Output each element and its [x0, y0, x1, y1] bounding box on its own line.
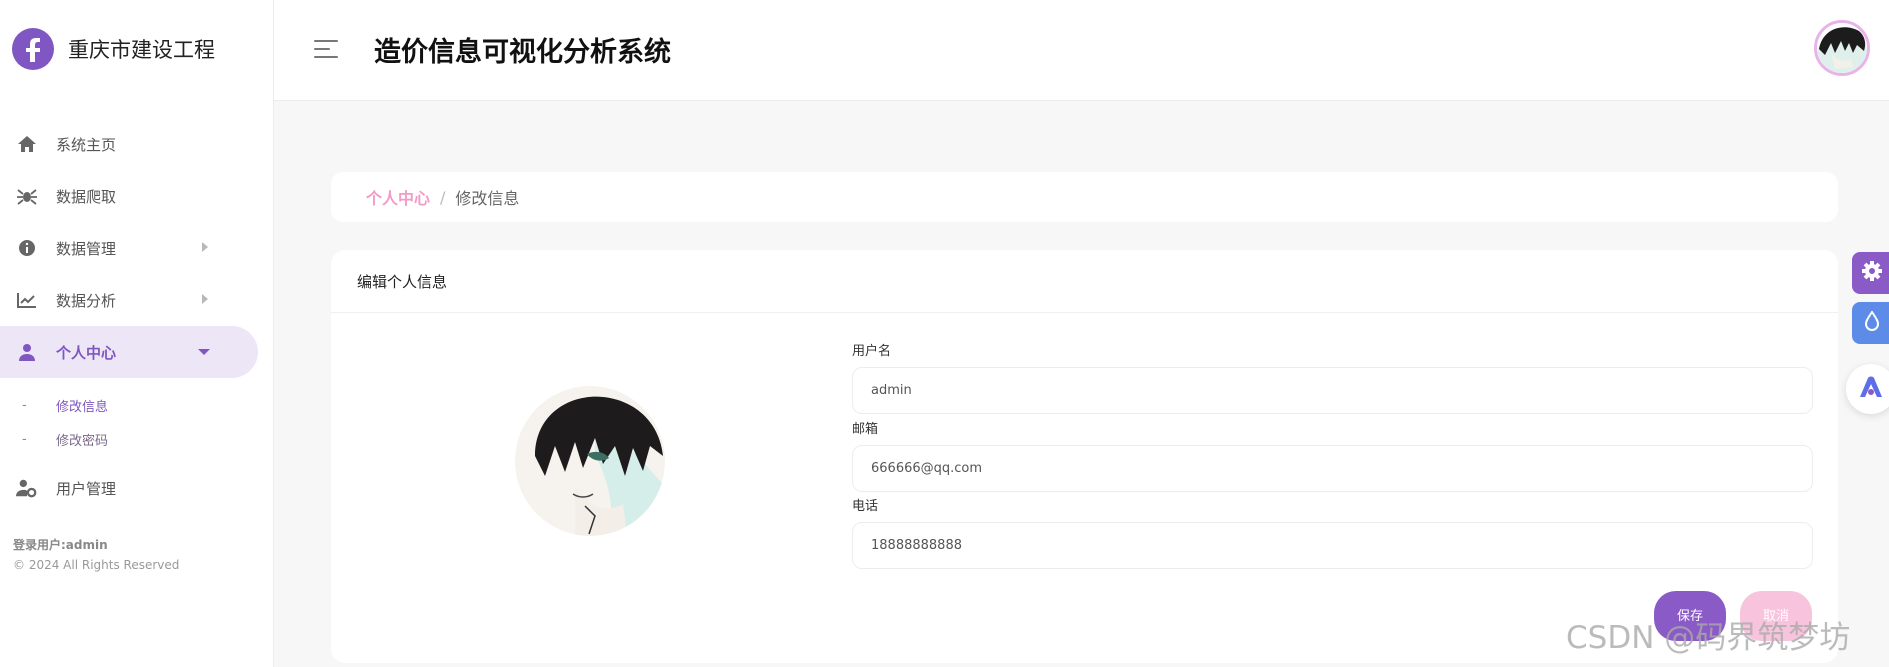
breadcrumb-parent-link[interactable]: 个人中心	[366, 185, 430, 209]
user-avatar[interactable]	[1814, 20, 1870, 76]
menu-toggle-icon[interactable]	[314, 40, 340, 64]
chart-line-icon	[16, 289, 38, 311]
user-gear-icon	[16, 477, 38, 499]
brand-logo-icon	[12, 28, 54, 70]
edit-profile-card: 编辑个人信息 用户名 邮箱 电话 保存 取消	[331, 250, 1838, 663]
sidebar-item-label: 系统主页	[56, 135, 117, 154]
email-input[interactable]	[852, 445, 1813, 492]
sidebar-item-label: 个人中心	[56, 343, 117, 362]
submenu-item-edit-info[interactable]: - 修改信息	[0, 388, 274, 422]
sidebar-item-label: 数据分析	[56, 291, 117, 310]
chevron-right-icon	[202, 242, 208, 252]
breadcrumb-separator: /	[440, 187, 446, 207]
copyright-text: © 2024 All Rights Reserved	[13, 558, 180, 572]
login-user-text: 登录用户:admin	[13, 538, 108, 552]
dash: -	[22, 397, 27, 413]
assistant-logo-icon	[1858, 375, 1884, 403]
sidebar-menu: 系统主页 数据爬取 数据管理 数据分析 个人中心 - 修改信息 - 修改密码 用…	[0, 118, 274, 514]
top-header: 造价信息可视化分析系统	[274, 0, 1889, 101]
phone-label: 电话	[852, 499, 879, 514]
app-title: 造价信息可视化分析系统	[374, 37, 671, 68]
sidebar-item-user-manage[interactable]: 用户管理	[0, 462, 274, 514]
submenu-personal-center: - 修改信息 - 修改密码	[0, 378, 274, 462]
submenu-item-label: 修改密码	[56, 433, 109, 449]
sidebar-item-label: 数据管理	[56, 239, 117, 258]
sidebar-item-label: 用户管理	[56, 479, 117, 498]
settings-float-button[interactable]	[1852, 252, 1889, 294]
breadcrumb: 个人中心 / 修改信息	[331, 172, 1838, 222]
assistant-float-button[interactable]	[1846, 364, 1889, 414]
dash: -	[22, 431, 27, 447]
sidebar-item-data-analysis[interactable]: 数据分析	[0, 274, 274, 326]
watermark: CSDN @码界筑梦坊	[1566, 620, 1851, 656]
chevron-down-icon	[198, 349, 210, 355]
sidebar: 重庆市建设工程 系统主页 数据爬取 数据管理 数据分析 个人中心 - 修改信息 …	[0, 0, 274, 667]
card-title: 编辑个人信息	[331, 250, 1838, 313]
sidebar-item-crawl[interactable]: 数据爬取	[0, 170, 274, 222]
breadcrumb-current: 修改信息	[455, 189, 520, 208]
username-label: 用户名	[852, 344, 892, 359]
username-input[interactable]	[852, 367, 1813, 414]
theme-float-button[interactable]	[1852, 302, 1889, 344]
sidebar-item-home[interactable]: 系统主页	[0, 118, 274, 170]
submenu-item-change-password[interactable]: - 修改密码	[0, 422, 274, 456]
info-icon	[16, 237, 38, 259]
home-icon	[16, 133, 38, 155]
sidebar-item-data-manage[interactable]: 数据管理	[0, 222, 274, 274]
spider-icon	[16, 185, 38, 207]
water-drop-icon	[1864, 310, 1880, 335]
sidebar-item-personal-center[interactable]: 个人中心	[0, 326, 258, 378]
brand[interactable]: 重庆市建设工程	[12, 28, 215, 70]
submenu-item-label: 修改信息	[56, 399, 109, 415]
phone-input[interactable]	[852, 522, 1813, 569]
brand-name: 重庆市建设工程	[68, 38, 215, 62]
gear-icon	[1861, 260, 1883, 286]
chevron-right-icon	[202, 294, 208, 304]
profile-avatar-upload[interactable]	[515, 386, 665, 536]
email-label: 邮箱	[852, 422, 879, 437]
user-icon	[16, 341, 38, 363]
sidebar-item-label: 数据爬取	[56, 187, 117, 206]
